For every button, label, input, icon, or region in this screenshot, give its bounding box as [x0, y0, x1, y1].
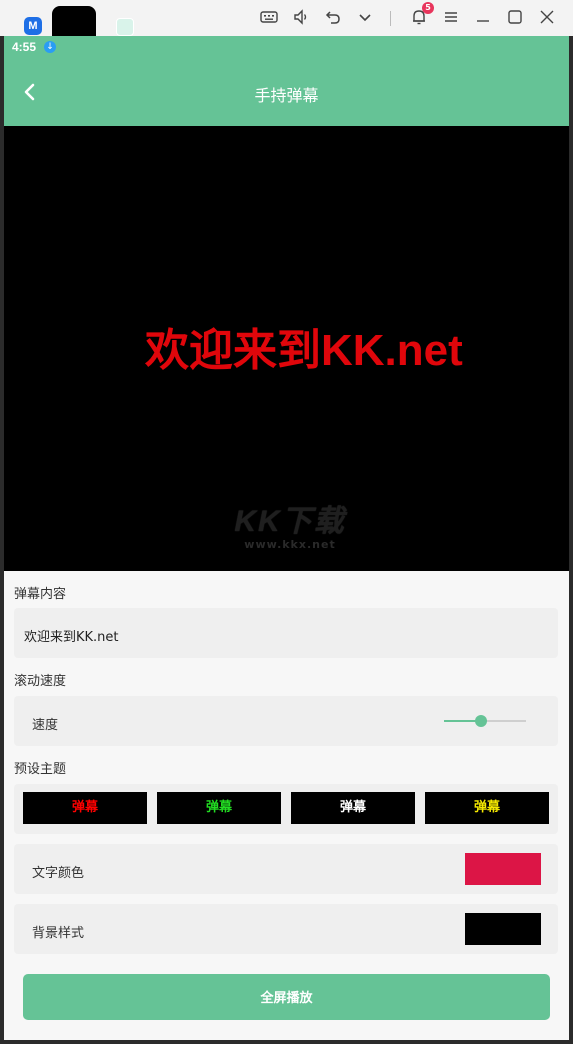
watermark: KK下载 www.kkx.net — [230, 496, 350, 551]
themes-section-label: 预设主题 — [14, 762, 67, 777]
background-style-row[interactable]: 背景样式 — [14, 904, 558, 954]
notification-badge: 5 — [422, 2, 434, 14]
watermark-logo: KK下载 — [234, 505, 346, 538]
speed-slider[interactable] — [444, 715, 526, 727]
watermark-url: www.kkx.net — [244, 538, 336, 551]
page-title: 手持弹幕 — [254, 86, 319, 105]
theme-preset-red[interactable]: 弹幕 — [23, 792, 147, 824]
speed-row: 速度 — [14, 696, 558, 746]
theme-presets: 弹幕 弹幕 弹幕 弹幕 — [14, 784, 558, 834]
window-titlebar: M 5 — [0, 0, 573, 36]
content-input-value: 欢迎来到KK.net — [24, 630, 119, 645]
theme-preset-white[interactable]: 弹幕 — [291, 792, 415, 824]
menu-icon[interactable] — [440, 8, 462, 30]
tab-active[interactable] — [52, 6, 134, 36]
chevron-down-icon[interactable] — [354, 8, 376, 30]
tab-app-icon — [116, 18, 134, 36]
content-input[interactable]: 欢迎来到KK.net — [14, 608, 558, 658]
download-status-icon: ↓ — [44, 41, 56, 53]
status-time: 4:55 — [12, 40, 37, 54]
minimize-icon[interactable] — [472, 8, 494, 30]
volume-icon[interactable] — [290, 8, 312, 30]
speed-section-label: 滚动速度 — [14, 674, 67, 689]
background-color-swatch[interactable] — [465, 913, 541, 945]
content-section-label: 弹幕内容 — [14, 587, 67, 602]
danmaku-preview: 欢迎来到KK.net KK下载 www.kkx.net — [4, 126, 569, 571]
text-color-swatch[interactable] — [465, 853, 541, 885]
theme-preset-green[interactable]: 弹幕 — [157, 792, 281, 824]
speed-label: 速度 — [32, 718, 59, 733]
text-color-row[interactable]: 文字颜色 — [14, 844, 558, 894]
keyboard-icon[interactable] — [258, 8, 280, 30]
phone-screen: 4:55 ↓ 手持弹幕 欢迎来到KK.net KK下载 www.kkx.net … — [4, 36, 569, 1040]
fullscreen-play-button[interactable]: 全屏播放 — [23, 974, 550, 1020]
text-color-label: 文字颜色 — [32, 866, 85, 881]
speed-slider-thumb[interactable] — [474, 715, 487, 727]
maximize-icon[interactable] — [504, 8, 526, 30]
theme-preset-yellow[interactable]: 弹幕 — [425, 792, 549, 824]
app-header: 4:55 ↓ 手持弹幕 — [4, 36, 569, 126]
app-logo-icon: M — [24, 17, 42, 35]
close-icon[interactable] — [536, 8, 558, 30]
toolbar-divider — [390, 11, 391, 26]
background-style-label: 背景样式 — [32, 926, 85, 941]
undo-icon[interactable] — [322, 8, 344, 30]
danmaku-preview-text: 欢迎来到KK.net — [145, 326, 463, 375]
tab-app[interactable]: M — [8, 6, 52, 36]
